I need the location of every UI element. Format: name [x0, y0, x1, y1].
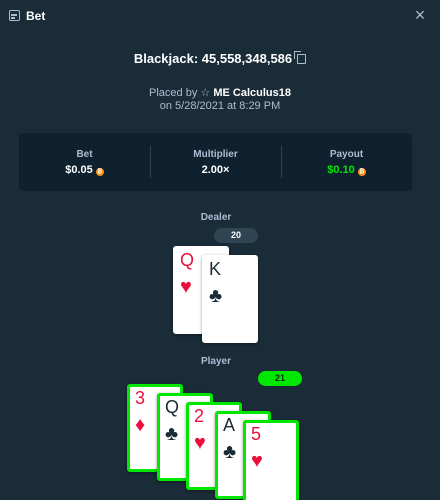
username-link[interactable]: ME Calculus18 — [213, 87, 291, 99]
stat-value: $0.10 ₿ — [327, 164, 366, 176]
coin-icon: ₿ — [95, 168, 104, 176]
modal-title: Bet — [26, 9, 46, 23]
close-button[interactable]: × — [412, 5, 428, 25]
club-icon: ♣ — [165, 423, 179, 445]
stat-value: 2.00× — [201, 164, 230, 176]
card-rank: A — [223, 415, 236, 435]
game-title-row: Blackjack: 45,558,348,586 — [0, 51, 440, 66]
heart-icon: ♥ — [194, 432, 206, 454]
stat-multiplier: Multiplier 2.00× — [150, 133, 281, 191]
stat-label: Payout — [329, 149, 364, 160]
dealer-card: K ♣ — [202, 255, 258, 343]
card-rank: 3 — [135, 388, 146, 408]
heart-icon: ♥ — [251, 450, 263, 472]
card-rank: Q — [180, 250, 195, 270]
card-rank: K — [209, 259, 222, 279]
diamond-icon: ♦ — [135, 414, 146, 436]
game-title: Blackjack: 45,558,348,586 — [133, 51, 293, 66]
player-card: 5 ♥ — [243, 420, 299, 500]
bet-icon — [9, 10, 20, 21]
bet-stats-panel: Bet $0.05 ₿ Multiplier 2.00× Payout $0.10… — [19, 133, 412, 191]
dealer-total-badge: 20 — [214, 228, 258, 243]
stat-label: Multiplier — [193, 149, 238, 160]
club-icon: ♣ — [209, 285, 223, 307]
star-icon: ☆ — [200, 87, 211, 99]
club-icon: ♣ — [223, 441, 237, 463]
player-label: Player — [200, 356, 232, 367]
card-rank: Q — [165, 397, 180, 417]
bet-date: on 5/28/2021 at 8:29 PM — [159, 100, 281, 112]
stat-value: $0.05 ₿ — [65, 164, 104, 176]
stat-bet: Bet $0.05 ₿ — [19, 133, 150, 191]
stat-label: Bet — [76, 149, 93, 160]
heart-icon: ♥ — [180, 276, 192, 298]
card-rank: 5 — [251, 424, 262, 444]
placed-by-label: Placed by — [149, 87, 198, 99]
copy-icon[interactable] — [294, 51, 307, 64]
modal-header: Bet × — [0, 0, 440, 32]
dealer-label: Dealer — [200, 212, 232, 223]
coin-icon: ₿ — [357, 168, 366, 176]
player-total-badge: 21 — [258, 371, 302, 386]
card-rank: 2 — [194, 406, 205, 426]
stat-payout: Payout $0.10 ₿ — [281, 133, 412, 191]
placed-info: Placed by ☆ ME Calculus18 on 5/28/2021 a… — [0, 87, 440, 113]
